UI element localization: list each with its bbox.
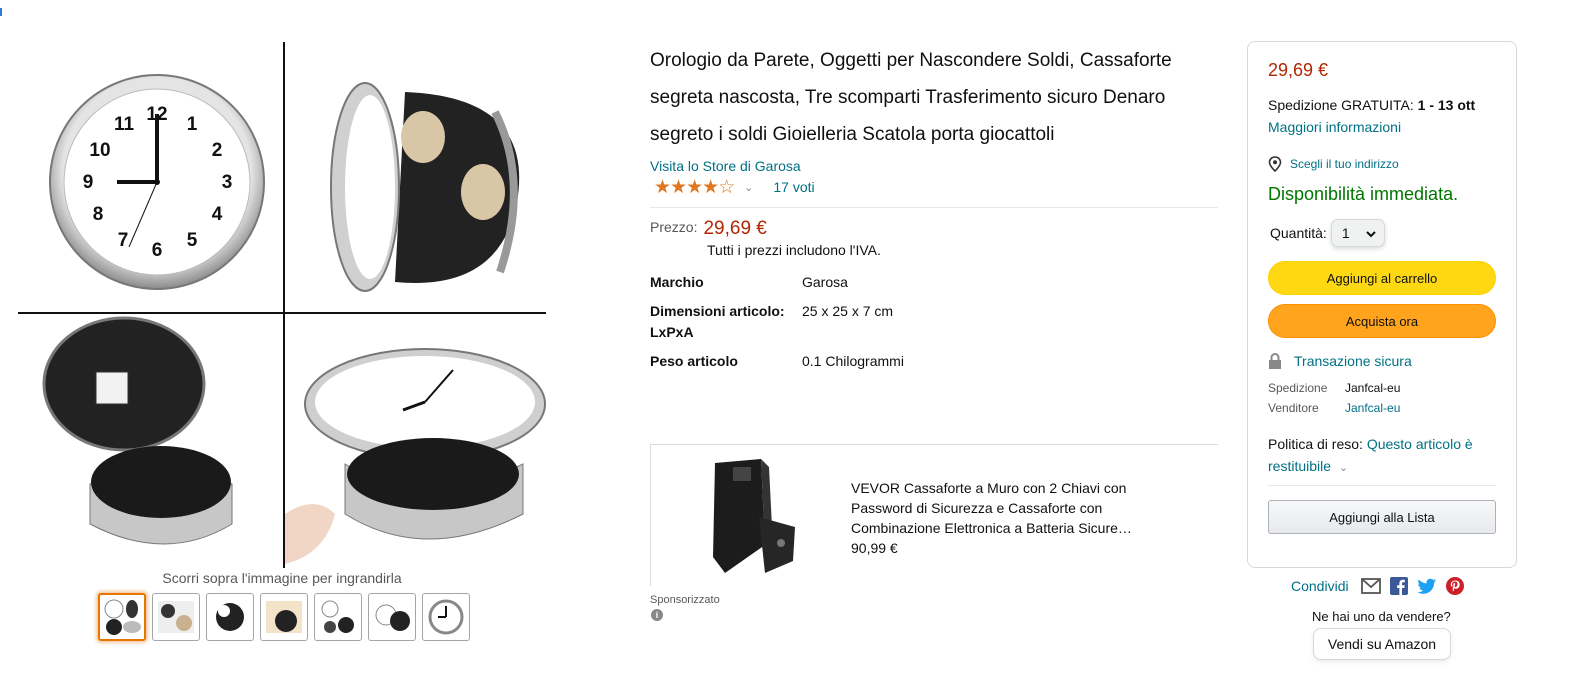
address-selector[interactable]: Scegli il tuo indirizzo xyxy=(1268,156,1496,172)
svg-text:1: 1 xyxy=(187,114,198,135)
sponsored-product-title[interactable]: VEVOR Cassaforte a Muro con 2 Chiavi con… xyxy=(851,478,1181,538)
quantity-label: Quantità: xyxy=(1270,225,1327,241)
pinterest-icon[interactable] xyxy=(1445,576,1465,596)
thumbnail-3[interactable] xyxy=(206,593,254,641)
svg-text:6: 6 xyxy=(152,240,163,261)
svg-text:11: 11 xyxy=(114,114,135,135)
image-divider-vertical xyxy=(283,42,285,568)
ships-from-value: Janfcal-eu xyxy=(1345,381,1401,395)
image-divider-horizontal xyxy=(18,312,546,314)
thumbnail-5[interactable] xyxy=(314,593,362,641)
buy-now-button[interactable]: Acquista ora xyxy=(1268,304,1496,338)
spec-value: 0.1 Chilogrammi xyxy=(802,353,904,369)
location-pin-icon xyxy=(1268,156,1282,172)
return-policy: Politica di reso: Questo articolo è rest… xyxy=(1268,433,1496,479)
sold-by-label: Venditore xyxy=(1268,401,1319,415)
spec-key: Marchio xyxy=(650,274,704,290)
return-label: Politica di reso: xyxy=(1268,436,1367,452)
zoom-hint: Scorri sopra l'immagine per ingrandirla xyxy=(162,570,402,586)
store-link[interactable]: Visita lo Store di Garosa xyxy=(650,157,1218,175)
ships-from-label: Spedizione xyxy=(1268,381,1328,395)
rating-stars[interactable]: ★★★★☆ xyxy=(654,176,735,199)
price-row: Prezzo: 29,69 € xyxy=(650,218,1218,240)
svg-text:5: 5 xyxy=(187,230,198,251)
svg-text:8: 8 xyxy=(93,204,104,225)
svg-text:2: 2 xyxy=(212,140,223,161)
add-to-cart-button[interactable]: Aggiungi al carrello xyxy=(1268,261,1496,295)
facebook-icon[interactable] xyxy=(1389,576,1409,596)
buybox-price: 29,69 € xyxy=(1268,60,1329,80)
main-product-image[interactable]: 1212 345 678 91011 xyxy=(18,42,546,568)
corner-marker xyxy=(0,8,2,16)
shipping-prefix: Spedizione GRATUITA: xyxy=(1268,97,1418,113)
shipping-more-link[interactable]: Maggiori informazioni xyxy=(1268,119,1401,135)
secure-transaction-label[interactable]: Transazione sicura xyxy=(1294,353,1412,369)
spec-value: Garosa xyxy=(802,274,848,290)
svg-text:7: 7 xyxy=(118,230,129,251)
svg-text:9: 9 xyxy=(83,172,94,193)
sponsored-product-info: VEVOR Cassaforte a Muro con 2 Chiavi con… xyxy=(851,478,1181,558)
svg-text:3: 3 xyxy=(222,172,233,193)
info-icon[interactable]: i xyxy=(651,609,663,621)
thumbnail-1[interactable] xyxy=(98,593,146,641)
price-label: Prezzo: xyxy=(650,219,698,235)
secure-transaction-link[interactable]: Transazione sicura xyxy=(1268,353,1496,369)
seller-info: Spedizione Janfcal-eu Venditore Janfcal-… xyxy=(1268,381,1496,415)
share-label[interactable]: Condividi xyxy=(1291,578,1349,594)
image-clock-front: 1212 345 678 91011 xyxy=(18,42,283,312)
quantity-row: Quantità: 1 xyxy=(1270,219,1496,247)
quantity-select[interactable]: 1 xyxy=(1330,219,1385,247)
shipping-dates: 1 - 13 ott xyxy=(1417,97,1476,113)
divider xyxy=(1268,485,1496,486)
sold-by-link[interactable]: Janfcal-eu xyxy=(1345,401,1496,415)
spec-key: Peso articolo xyxy=(650,353,738,369)
add-to-list-button[interactable]: Aggiungi alla Lista xyxy=(1268,500,1496,534)
svg-text:4: 4 xyxy=(212,204,223,225)
twitter-icon[interactable] xyxy=(1416,576,1437,596)
ratings-count-link[interactable]: 17 voti xyxy=(773,179,814,195)
availability: Disponibilità immediata. xyxy=(1268,184,1459,204)
sell-on-amazon-button[interactable]: Vendi su Amazon xyxy=(1313,628,1451,660)
share-row: Condividi xyxy=(1291,576,1465,596)
rating-row: ★★★★☆ ⌄ 17 voti xyxy=(650,175,1218,199)
image-clock-side-open xyxy=(285,42,546,312)
product-title: Orologio da Parete, Oggetti per Nasconde… xyxy=(650,50,1172,145)
shipping-info: Spedizione GRATUITA: 1 - 13 ott Maggiori… xyxy=(1268,94,1496,138)
buy-box: 29,69 € Spedizione GRATUITA: 1 - 13 ott … xyxy=(1247,41,1517,568)
chevron-down-icon xyxy=(1366,225,1376,241)
spec-key: Dimensioni articolo: LxPxA xyxy=(650,303,785,340)
sponsored-product-image[interactable] xyxy=(709,457,799,579)
address-link[interactable]: Scegli il tuo indirizzo xyxy=(1290,157,1399,171)
sponsored-product-card[interactable]: VEVOR Cassaforte a Muro con 2 Chiavi con… xyxy=(650,444,1218,586)
svg-text:10: 10 xyxy=(89,140,110,161)
thumbnail-7[interactable] xyxy=(422,593,470,641)
spec-value: 25 x 25 x 7 cm xyxy=(802,303,894,319)
product-details: Orologio da Parete, Oggetti per Nasconde… xyxy=(650,42,1218,372)
price-value: 29,69 € xyxy=(703,218,767,239)
chevron-down-icon[interactable]: ⌄ xyxy=(1339,462,1348,474)
sponsored-product-price: 90,99 € xyxy=(851,540,898,556)
email-icon[interactable] xyxy=(1360,576,1381,596)
thumbnail-6[interactable] xyxy=(368,593,416,641)
quantity-value: 1 xyxy=(1341,225,1350,241)
thumbnail-strip xyxy=(98,593,470,641)
lock-icon xyxy=(1268,353,1282,369)
vat-note: Tutti i prezzi includono l'IVA. xyxy=(707,242,881,258)
chevron-down-icon[interactable]: ⌄ xyxy=(744,181,753,194)
image-clock-hand-open xyxy=(285,314,546,568)
image-clock-open-box xyxy=(18,314,283,568)
sponsored-label: Sponsorizzato xyxy=(650,594,720,606)
thumbnail-4[interactable] xyxy=(260,593,308,641)
thumbnail-2[interactable] xyxy=(152,593,200,641)
divider xyxy=(650,207,1218,208)
specs-table: Marchio Garosa Dimensioni articolo: LxPx… xyxy=(650,272,1218,372)
sell-question: Ne hai uno da vendere? xyxy=(1312,609,1451,624)
